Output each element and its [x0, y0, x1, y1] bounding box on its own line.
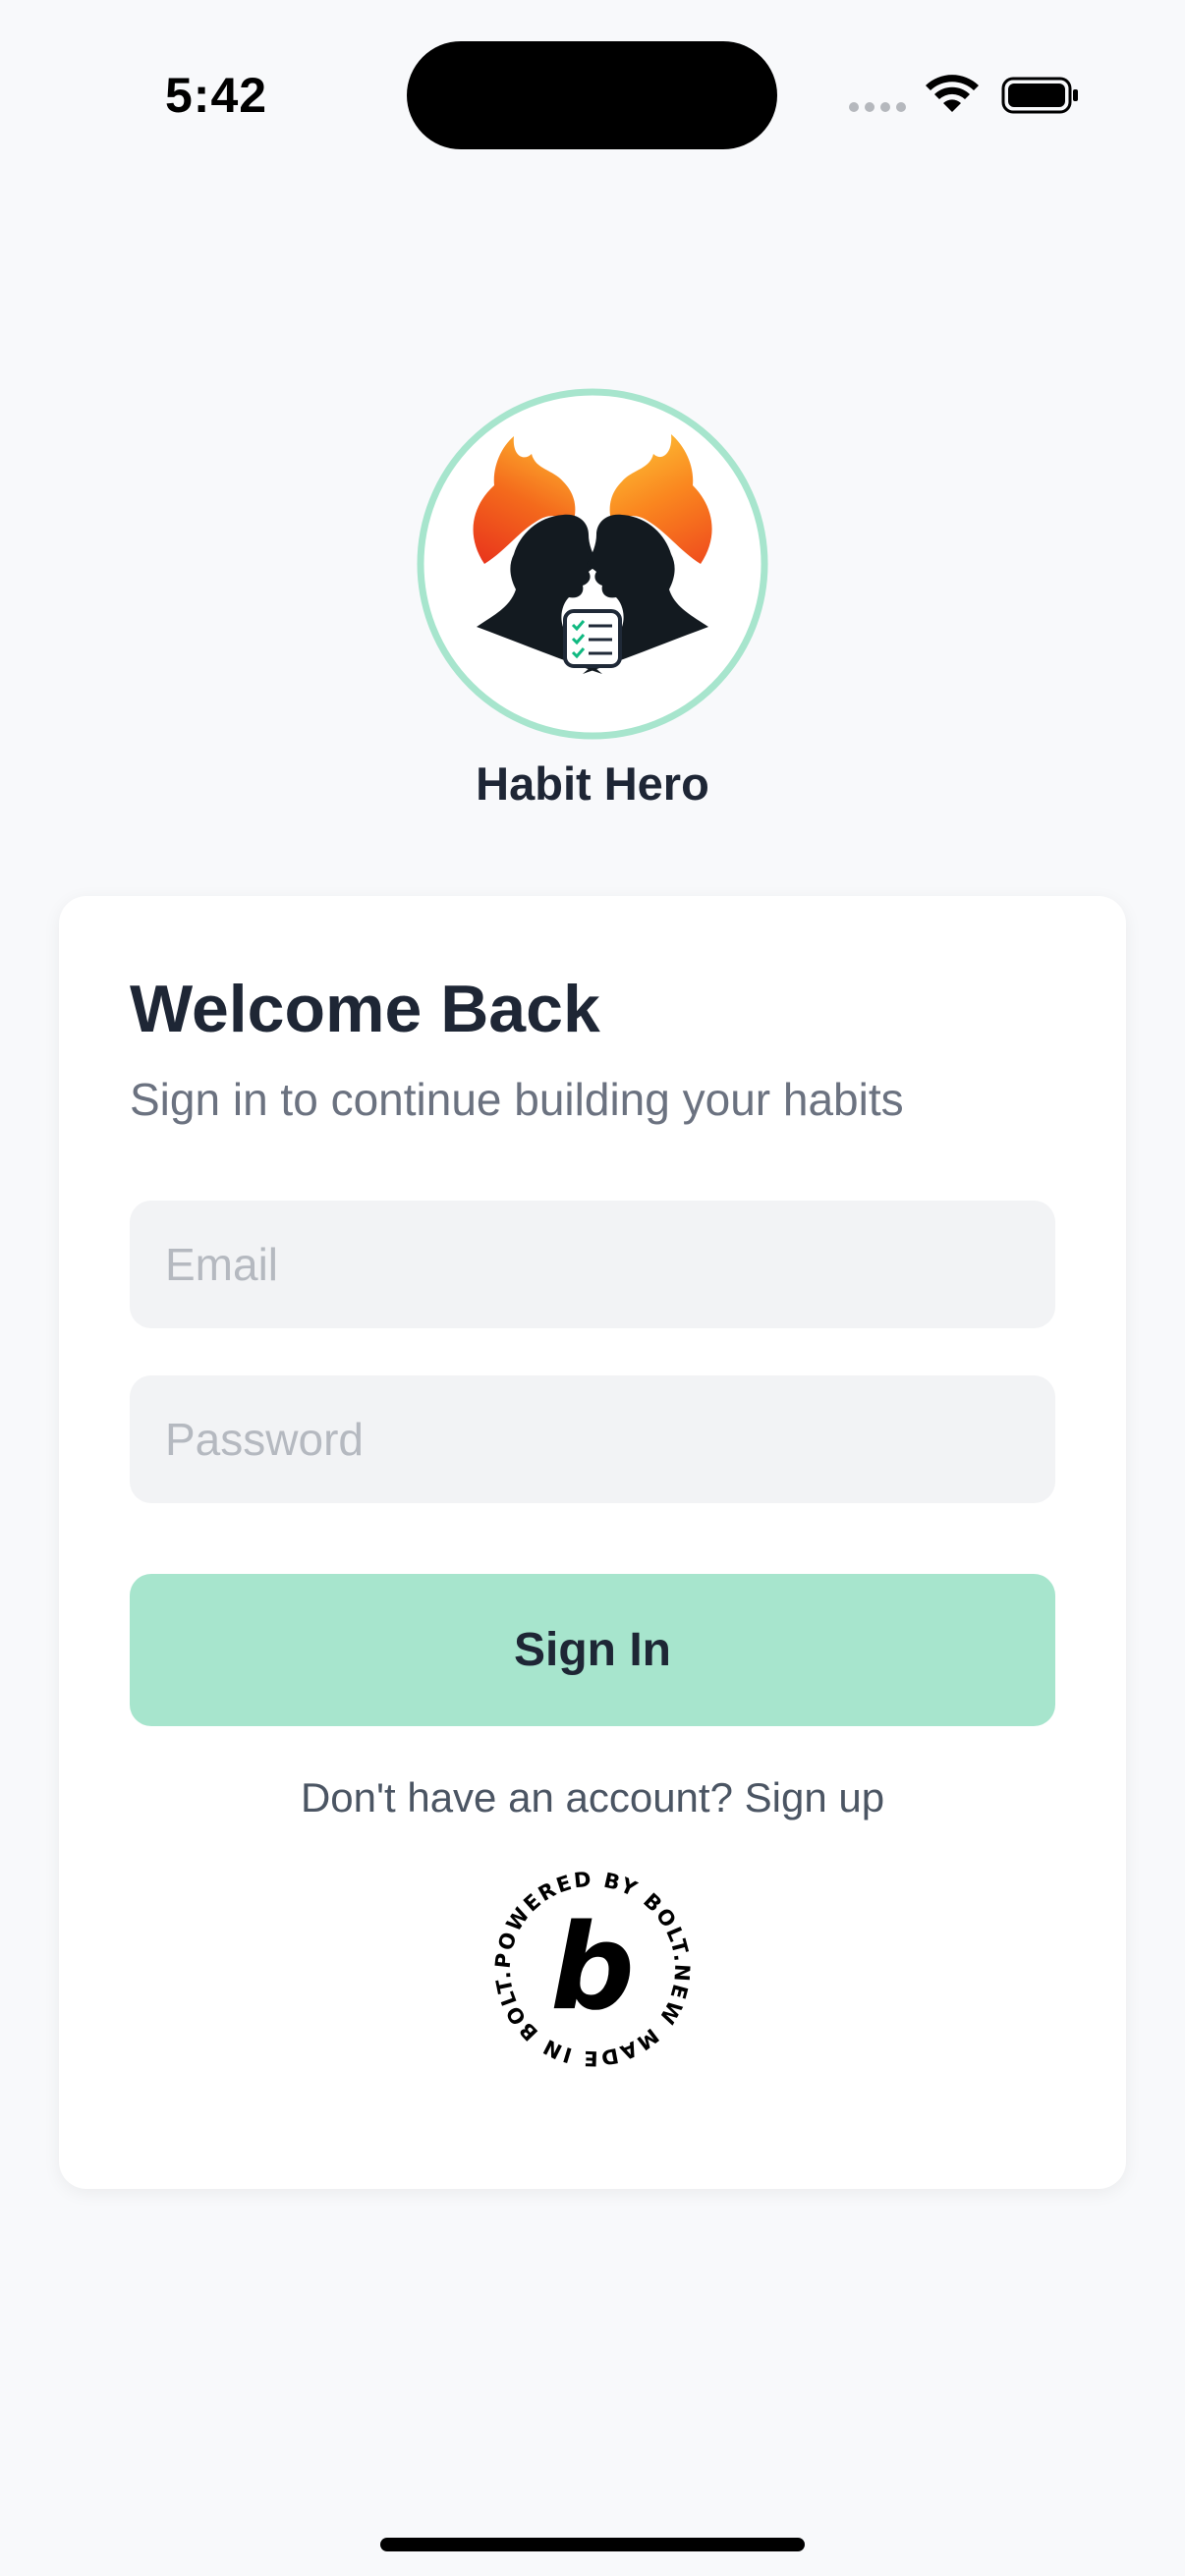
welcome-heading: Welcome Back [130, 972, 600, 1046]
signup-link[interactable]: Sign up [745, 1774, 884, 1820]
password-field[interactable] [130, 1375, 1055, 1503]
cellular-signal-icon [849, 102, 906, 112]
habit-hero-logo [417, 388, 768, 740]
login-subtitle: Sign in to continue building your habits [130, 1074, 904, 1125]
sign-in-button[interactable]: Sign In [130, 1574, 1055, 1726]
status-time: 5:42 [165, 68, 268, 123]
dynamic-island [407, 41, 777, 149]
email-field[interactable] [130, 1201, 1055, 1328]
app-name: Habit Hero [476, 757, 709, 810]
signup-prompt: Don't have an account? [300, 1774, 733, 1820]
battery-icon [1001, 77, 1078, 114]
badge-letter: b [550, 1900, 635, 2037]
wifi-icon [926, 75, 979, 112]
home-indicator[interactable] [380, 2538, 805, 2551]
bolt-badge-icon[interactable]: POWERED BY BOLT.NEW MADE IN BOLT.NEW b [484, 1861, 701, 2077]
signup-prompt-row: Don't have an account? Sign up [59, 1774, 1126, 1821]
login-card: Welcome Back Sign in to continue buildin… [59, 896, 1126, 2189]
